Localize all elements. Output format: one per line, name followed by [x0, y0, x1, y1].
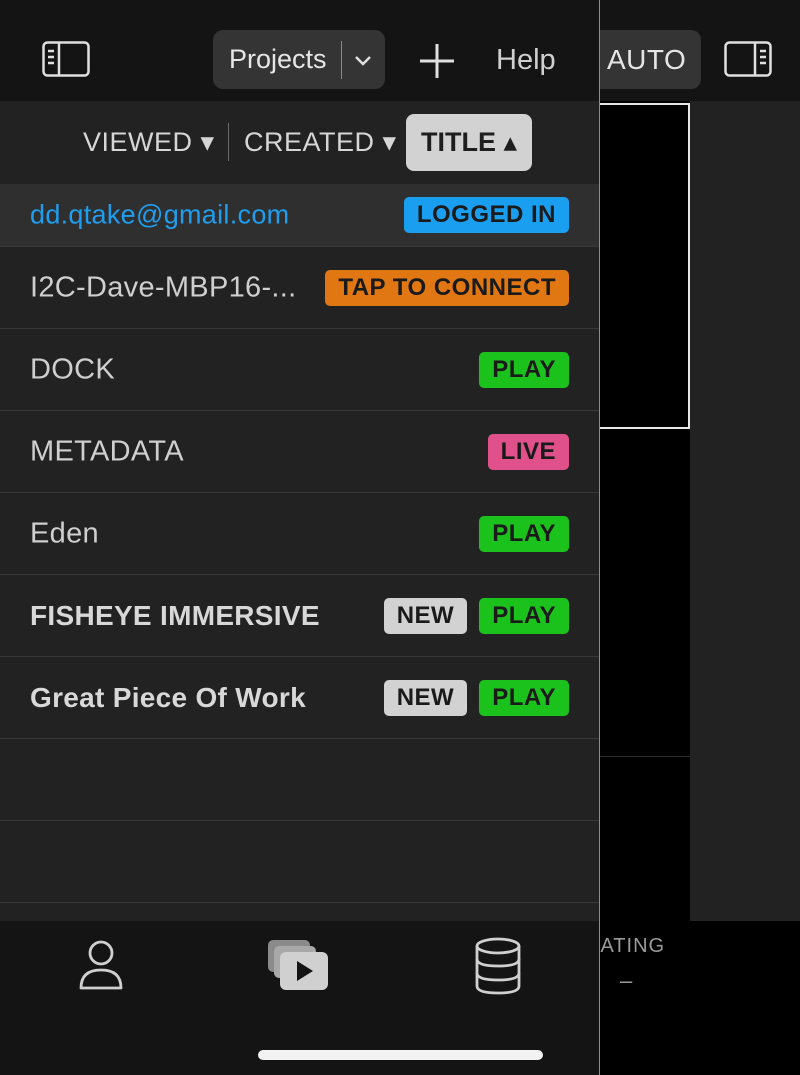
right-panel-toggle-icon[interactable] [724, 41, 772, 77]
list-item-label: FISHEYE IMMERSIVE [30, 599, 320, 631]
sort-separator [228, 123, 229, 161]
status-badge[interactable]: PLAY [479, 515, 569, 552]
sort-viewed-button[interactable]: VIEWED ▾ [83, 127, 215, 158]
status-badge[interactable]: PLAY [479, 597, 569, 634]
help-button[interactable]: Help [496, 44, 556, 77]
badge-group: NEW PLAY [383, 679, 569, 716]
drawer-toolbar: Projects Help [0, 0, 599, 101]
video-viewer[interactable] [600, 103, 690, 429]
status-badge[interactable]: LIVE [487, 433, 569, 470]
list-item[interactable]: dd.qtake@gmail.com LOGGED IN [0, 184, 599, 247]
list-item[interactable]: METADATA LIVE [0, 411, 599, 493]
status-badge[interactable]: NEW [383, 679, 468, 716]
badge-group: NEW PLAY [383, 597, 569, 634]
projects-label: Projects [229, 44, 327, 74]
status-badge[interactable]: PLAY [479, 679, 569, 716]
list-item[interactable]: Great Piece Of Work NEW PLAY [0, 657, 599, 739]
auto-button[interactable]: AUTO [598, 30, 701, 89]
status-badge[interactable]: LOGGED IN [403, 197, 569, 233]
database-icon[interactable] [465, 936, 531, 996]
side-column [690, 101, 800, 921]
list-item[interactable]: I2C-Dave-MBP16-... TAP TO CONNECT [0, 247, 599, 329]
projects-dropdown[interactable]: Projects [213, 30, 385, 89]
empty-row [0, 821, 599, 903]
status-badge[interactable]: PLAY [479, 351, 569, 388]
list-item-label: Great Piece Of Work [30, 681, 306, 713]
user-icon[interactable] [68, 936, 134, 996]
home-indicator[interactable] [258, 1050, 543, 1060]
badge-group: LOGGED IN [403, 197, 569, 233]
list-item[interactable]: DOCK PLAY [0, 329, 599, 411]
sidebar-toggle-icon[interactable] [42, 41, 90, 77]
status-badge[interactable]: TAP TO CONNECT [325, 269, 569, 306]
status-badge[interactable]: NEW [383, 597, 468, 634]
chevron-down-icon[interactable] [342, 30, 384, 89]
list-item[interactable]: FISHEYE IMMERSIVE NEW PLAY [0, 575, 599, 657]
sort-bar: VIEWED ▾ CREATED ▾ TITLE ▴ [0, 101, 599, 184]
list-item-label: I2C-Dave-MBP16-... [30, 271, 297, 303]
list-item-label: Eden [30, 517, 99, 549]
empty-row [0, 739, 599, 821]
sort-title-button[interactable]: TITLE ▴ [406, 114, 532, 171]
media-play-icon[interactable] [266, 936, 332, 996]
sort-created-button[interactable]: CREATED ▾ [244, 127, 397, 158]
rating-value[interactable]: – [620, 968, 632, 994]
list-item-label: DOCK [30, 353, 115, 385]
badge-group: LIVE [487, 433, 569, 470]
list-item-label: METADATA [30, 435, 184, 467]
badge-group: PLAY [479, 351, 569, 388]
project-list: dd.qtake@gmail.com LOGGED IN I2C-Dave-MBP1… [0, 184, 599, 903]
divider [600, 756, 690, 757]
badge-group: TAP TO CONNECT [325, 269, 569, 306]
list-item[interactable]: Eden PLAY [0, 493, 599, 575]
add-icon[interactable] [416, 40, 458, 82]
badge-group: PLAY [479, 515, 569, 552]
projects-drawer: Projects Help VIEWED ▾ CREATED ▾ TITLE ▴… [0, 0, 600, 1075]
list-item-label: dd.qtake@gmail.com [30, 199, 290, 230]
